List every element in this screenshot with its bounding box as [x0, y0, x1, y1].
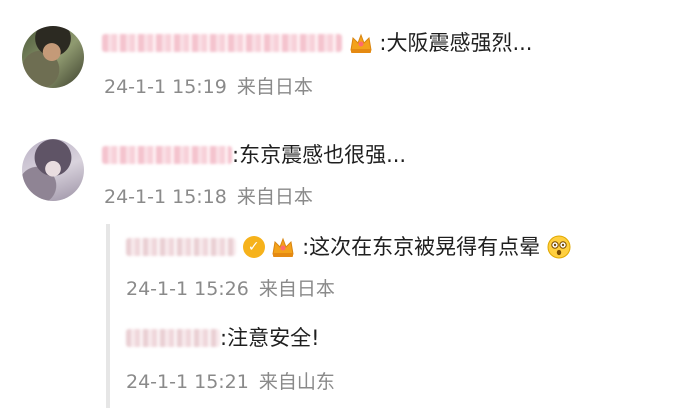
username-redacted[interactable]: [126, 238, 236, 256]
username-redacted[interactable]: [102, 34, 342, 52]
comment-item: :大阪震感强烈... 24-1-1 15:19 来自日本: [0, 0, 677, 112]
comment-content: :东京震感也很强...: [102, 140, 406, 169]
reply-text: :注意安全!: [220, 326, 320, 350]
username-redacted[interactable]: [102, 146, 232, 164]
comment-item: :东京震感也很强... 24-1-1 15:18 来自日本: [0, 112, 677, 224]
crown-icon: [271, 236, 295, 258]
comment-content: :大阪震感强烈...: [102, 28, 532, 57]
reply-location: 来自山东: [258, 371, 335, 393]
comment-location: 来自日本: [236, 76, 313, 98]
verified-icon: ✓: [242, 236, 265, 258]
reply-content: :注意安全!: [126, 323, 320, 352]
comment-time: 24-1-1 15:18: [104, 186, 227, 208]
reply-time: 24-1-1 15:26: [126, 278, 249, 300]
dizzy-face-emoji: [547, 235, 571, 259]
comment-time: 24-1-1 15:19: [104, 76, 227, 98]
comment-text: :东京震感也很强...: [232, 143, 407, 167]
username-redacted[interactable]: [126, 329, 220, 347]
reply-thread: ✓ :这次在东京被晃得有点晕 24-1-1 15:26 来自日本 :注意安全! 2…: [106, 224, 677, 408]
comment-location: 来自日本: [236, 186, 313, 208]
reply-meta: 24-1-1 15:26 来自日本: [126, 274, 335, 301]
reply-meta: 24-1-1 15:21 来自山东: [126, 367, 335, 394]
reply-location: 来自日本: [258, 278, 335, 300]
crown-icon: [349, 32, 373, 54]
avatar[interactable]: [22, 139, 84, 201]
comment-meta: 24-1-1 15:18 来自日本: [104, 182, 313, 209]
reply-time: 24-1-1 15:21: [126, 371, 249, 393]
comment-meta: 24-1-1 15:19 来自日本: [104, 72, 313, 99]
comment-text: :大阪震感强烈...: [379, 31, 533, 55]
reply-text: :这次在东京被晃得有点晕: [302, 235, 541, 259]
avatar[interactable]: [22, 26, 84, 88]
reply-content: ✓ :这次在东京被晃得有点晕: [126, 232, 571, 261]
